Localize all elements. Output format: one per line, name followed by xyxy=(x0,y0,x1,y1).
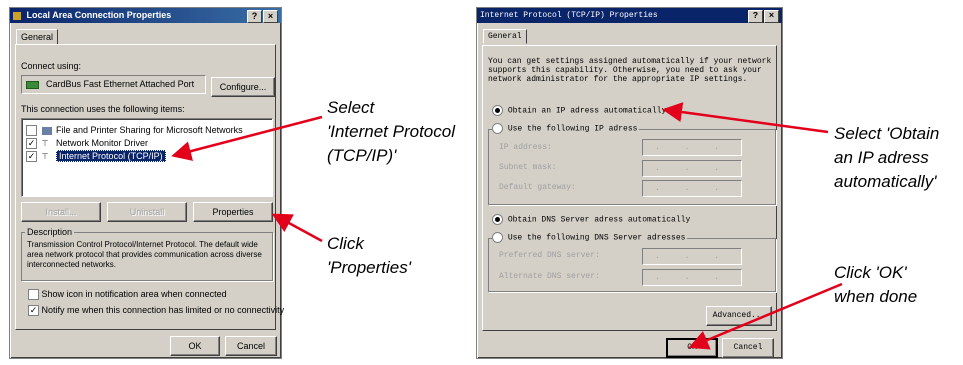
intro-text: You can get settings assigned automatica… xyxy=(488,57,772,84)
item-label: File and Printer Sharing for Microsoft N… xyxy=(56,125,243,135)
use-ip-option[interactable]: Use the following IP adress xyxy=(492,123,640,134)
notify-option[interactable]: ✓ Notify me when this connection has lim… xyxy=(28,305,285,317)
annotation-line: Select 'Obtain xyxy=(834,124,940,143)
list-item[interactable]: File and Printer Sharing for Microsoft N… xyxy=(26,125,243,137)
network-card-icon xyxy=(26,81,39,89)
annotation-line: 'Internet Protocol xyxy=(327,122,455,141)
use-dns-label: Use the following DNS Server adresses xyxy=(507,233,686,243)
adapter-box: CardBus Fast Ethernet Attached Port xyxy=(21,75,206,94)
lac-properties-dialog: Local Area Connection Properties ? × Gen… xyxy=(9,7,285,359)
annotation-line: an IP adress xyxy=(834,148,929,167)
alternate-dns-label: Alternate DNS server: xyxy=(499,272,600,281)
radio-use-dns[interactable] xyxy=(492,232,503,243)
components-list[interactable]: File and Printer Sharing for Microsoft N… xyxy=(21,118,273,197)
list-item[interactable]: ✓ ⊤ Internet Protocol (TCP/IP) xyxy=(26,150,166,163)
preferred-dns-field[interactable]: . . . xyxy=(642,248,742,265)
close-button[interactable]: × xyxy=(263,10,278,23)
install-button[interactable]: Install... xyxy=(21,202,101,222)
uses-items-label: This connection uses the following items… xyxy=(21,104,185,114)
use-dns-option[interactable]: Use the following DNS Server adresses xyxy=(492,232,688,243)
ok-button[interactable]: OK xyxy=(666,338,718,358)
annotation-line: Click xyxy=(327,234,364,253)
annotation-line: when done xyxy=(834,287,918,306)
lac-titlebar[interactable]: Local Area Connection Properties ? × xyxy=(10,8,281,23)
properties-button[interactable]: Properties xyxy=(193,202,273,222)
annotation-line: (TCP/IP)' xyxy=(327,146,397,165)
description-label: Description xyxy=(25,227,75,237)
lac-title: Local Area Connection Properties xyxy=(26,10,172,20)
annotation-line: 'Properties' xyxy=(327,258,411,277)
tab-general[interactable]: General xyxy=(483,29,527,44)
annotation-line: Select xyxy=(327,98,375,117)
network-icon xyxy=(13,11,21,20)
tab-general[interactable]: General xyxy=(16,29,59,45)
checkbox-show-icon[interactable] xyxy=(28,289,39,301)
annotation-obtain-ip: Select 'Obtain an IP adress automaticall… xyxy=(834,122,939,194)
close-button[interactable]: × xyxy=(764,10,779,23)
alternate-dns-field[interactable]: . . . xyxy=(642,269,742,286)
use-ip-label: Use the following IP adress xyxy=(507,124,638,134)
gateway-field[interactable]: . . . xyxy=(642,180,742,197)
radio-obtain-dns[interactable] xyxy=(492,214,503,225)
item-label: Network Monitor Driver xyxy=(56,138,149,148)
list-item[interactable]: ✓ ⊤ Network Monitor Driver xyxy=(26,138,149,150)
protocol-icon: ⊤ xyxy=(41,138,49,148)
ip-address-field[interactable]: . . . xyxy=(642,139,742,156)
obtain-ip-option[interactable]: Obtain an IP adress automatically xyxy=(492,105,666,116)
annotation-click-ok: Click 'OK' when done xyxy=(834,261,917,309)
subnet-field[interactable]: . . . xyxy=(642,160,742,177)
gateway-label: Default gateway: xyxy=(499,183,576,192)
obtain-dns-option[interactable]: Obtain DNS Server adress automatically xyxy=(492,214,690,225)
uninstall-button[interactable]: Uninstall xyxy=(107,202,187,222)
tcpip-titlebar[interactable]: Internet Protocol (TCP/IP) Properties ? … xyxy=(477,8,782,23)
checkbox-file-sharing[interactable] xyxy=(26,125,37,137)
help-button[interactable]: ? xyxy=(748,10,763,23)
checkbox-notify[interactable]: ✓ xyxy=(28,305,39,317)
cancel-button[interactable]: Cancel xyxy=(722,338,774,358)
cancel-button[interactable]: Cancel xyxy=(225,336,277,356)
annotation-click-properties: Click 'Properties' xyxy=(327,232,411,280)
annotation-line: Click 'OK' xyxy=(834,263,907,282)
annotation-line: automatically' xyxy=(834,172,937,191)
share-icon xyxy=(41,126,52,135)
help-button[interactable]: ? xyxy=(247,10,262,23)
obtain-dns-label: Obtain DNS Server adress automatically xyxy=(507,215,691,225)
arrow-to-properties xyxy=(271,213,323,243)
radio-use-ip[interactable] xyxy=(492,123,503,134)
tcpip-properties-dialog: Internet Protocol (TCP/IP) Properties ? … xyxy=(476,7,783,359)
annotation-select-tcpip: Select 'Internet Protocol (TCP/IP)' xyxy=(327,96,455,168)
obtain-ip-label: Obtain an IP adress automatically xyxy=(507,106,667,116)
preferred-dns-label: Preferred DNS server: xyxy=(499,251,600,260)
radio-obtain-ip[interactable] xyxy=(492,105,503,116)
configure-button[interactable]: Configure... xyxy=(211,77,275,97)
show-icon-option[interactable]: Show icon in notification area when conn… xyxy=(28,289,227,301)
show-icon-label: Show icon in notification area when conn… xyxy=(41,289,227,299)
subnet-label: Subnet mask: xyxy=(499,163,557,172)
protocol-icon: ⊤ xyxy=(41,151,49,161)
ok-button[interactable]: OK xyxy=(170,336,220,356)
tcpip-title: Internet Protocol (TCP/IP) Properties xyxy=(480,11,658,20)
advanced-button[interactable]: Advanced... xyxy=(706,306,772,326)
checkbox-tcpip[interactable]: ✓ xyxy=(26,151,37,163)
description-text: Transmission Control Protocol/Internet P… xyxy=(27,240,262,269)
ip-address-label: IP address: xyxy=(499,143,552,152)
connect-using-label: Connect using: xyxy=(21,61,82,71)
item-label-selected: Internet Protocol (TCP/IP) xyxy=(56,150,166,162)
notify-label: Notify me when this connection has limit… xyxy=(41,305,285,315)
checkbox-monitor-driver[interactable]: ✓ xyxy=(26,138,37,150)
adapter-name: CardBus Fast Ethernet Attached Port xyxy=(46,79,195,89)
